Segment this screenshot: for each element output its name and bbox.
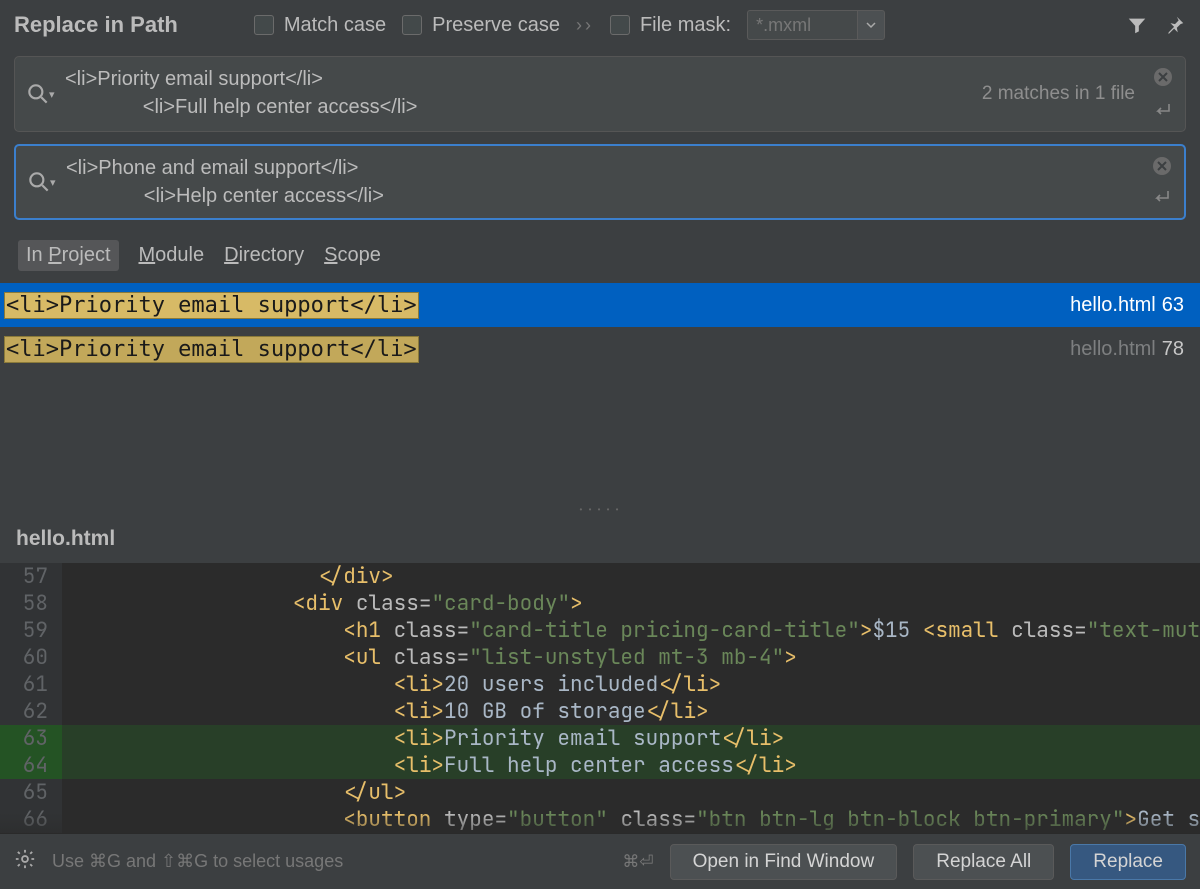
clear-search-icon[interactable] (1153, 67, 1173, 92)
code-line: 59 <h1 class="card-title pricing-card-ti… (0, 617, 1200, 644)
line-number: 63 (0, 725, 62, 752)
code-line: 63 <li>Priority email support</li> (0, 725, 1200, 752)
result-match-text: <li>Priority email support</li> (4, 293, 419, 318)
code-content: <button type="button" class="btn btn-lg … (62, 806, 1200, 833)
replace-button[interactable]: Replace (1070, 844, 1186, 880)
code-line: 60 <ul class="list-unstyled mt-3 mb-4"> (0, 644, 1200, 671)
newline-icon[interactable] (1152, 189, 1172, 210)
checkbox-icon[interactable] (254, 15, 274, 35)
clear-replace-icon[interactable] (1152, 156, 1172, 181)
pin-icon[interactable] (1164, 14, 1186, 36)
preview-file-name: hello.html (0, 515, 1200, 563)
results-list: <li>Priority email support</li> hello.htm… (0, 283, 1200, 371)
file-mask-input[interactable] (747, 10, 857, 40)
result-row[interactable]: <li>Priority email support</li> hello.htm… (0, 327, 1200, 371)
match-case-option[interactable]: Match case (254, 14, 386, 37)
result-file-ref: hello.html63 (1070, 294, 1184, 317)
code-line: 62 <li>10 GB of storage</li> (0, 698, 1200, 725)
line-number: 66 (0, 806, 62, 833)
search-field[interactable]: ▾ <li>Priority email support</li> <li>Fu… (14, 56, 1186, 132)
code-preview[interactable]: 57 </div>58 <div class="card-body">59 <h… (0, 563, 1200, 833)
dialog-footer: Use ⌘G and ⇧⌘G to select usages ⌘⏎ Open … (0, 833, 1200, 889)
scope-tab-module[interactable]: Module (139, 244, 205, 267)
checkbox-icon[interactable] (402, 15, 422, 35)
file-mask-dropdown[interactable] (857, 10, 885, 40)
replace-all-button[interactable]: Replace All (913, 844, 1054, 880)
dialog-title: Replace in Path (14, 12, 178, 38)
code-line: 65 </ul> (0, 779, 1200, 806)
result-row[interactable]: <li>Priority email support</li> hello.htm… (0, 283, 1200, 327)
line-number: 65 (0, 779, 62, 806)
code-content: <li>Priority email support</li> (62, 725, 1200, 752)
file-mask-option[interactable]: File mask: (610, 14, 731, 37)
code-content: </ul> (62, 779, 1200, 806)
search-icon[interactable]: ▾ (25, 57, 55, 131)
line-number: 62 (0, 698, 62, 725)
file-mask-field[interactable] (747, 10, 885, 40)
code-line: 64 <li>Full help center access</li> (0, 752, 1200, 779)
scope-tab-project[interactable]: In Project (18, 240, 119, 271)
gear-icon[interactable] (14, 848, 36, 875)
checkbox-icon[interactable] (610, 15, 630, 35)
search-icon[interactable]: ▾ (26, 146, 56, 218)
line-number: 61 (0, 671, 62, 698)
chevron-down-icon (866, 20, 876, 30)
code-content: <h1 class="card-title pricing-card-title… (62, 617, 1200, 644)
filter-icon[interactable] (1126, 14, 1148, 36)
more-options-indicator[interactable]: ›› (576, 15, 594, 36)
preserve-case-option[interactable]: Preserve case (402, 14, 560, 37)
code-content: <ul class="list-unstyled mt-3 mb-4"> (62, 644, 1200, 671)
footer-hint: Use ⌘G and ⇧⌘G to select usages (52, 851, 343, 872)
split-handle[interactable]: • • • • • (0, 505, 1200, 515)
newline-icon[interactable] (1153, 102, 1173, 123)
match-case-label: Match case (284, 14, 386, 37)
preserve-case-label: Preserve case (432, 14, 560, 37)
line-number: 60 (0, 644, 62, 671)
line-number: 57 (0, 563, 62, 590)
replace-text[interactable]: <li>Phone and email support</li> <li>Hel… (66, 154, 1140, 210)
scope-tabs: In Project Module Directory Scope (0, 226, 1200, 283)
replace-field[interactable]: ▾ <li>Phone and email support</li> <li>H… (14, 144, 1186, 220)
line-number: 58 (0, 590, 62, 617)
code-content: <li>Full help center access</li> (62, 752, 1200, 779)
matches-label: 2 matches in 1 file (982, 57, 1135, 131)
file-mask-label: File mask: (640, 14, 731, 37)
code-content: <div class="card-body"> (62, 590, 1200, 617)
code-content: <li>20 users included</li> (62, 671, 1200, 698)
line-number: 64 (0, 752, 62, 779)
line-number: 59 (0, 617, 62, 644)
open-find-window-button[interactable]: Open in Find Window (670, 844, 898, 880)
code-line: 57 </div> (0, 563, 1200, 590)
result-file-ref: hello.html78 (1070, 338, 1184, 361)
scope-tab-directory[interactable]: Directory (224, 244, 304, 267)
code-line: 66 <button type="button" class="btn btn-… (0, 806, 1200, 833)
search-text[interactable]: <li>Priority email support</li> <li>Full… (65, 65, 1141, 123)
scope-tab-scope[interactable]: Scope (324, 244, 381, 267)
dialog-header: Replace in Path Match case Preserve case… (0, 0, 1200, 50)
footer-shortcut: ⌘⏎ (622, 852, 653, 872)
code-content: <li>10 GB of storage</li> (62, 698, 1200, 725)
code-line: 58 <div class="card-body"> (0, 590, 1200, 617)
result-match-text: <li>Priority email support</li> (4, 337, 419, 362)
code-line: 61 <li>20 users included</li> (0, 671, 1200, 698)
code-content: </div> (62, 563, 1200, 590)
